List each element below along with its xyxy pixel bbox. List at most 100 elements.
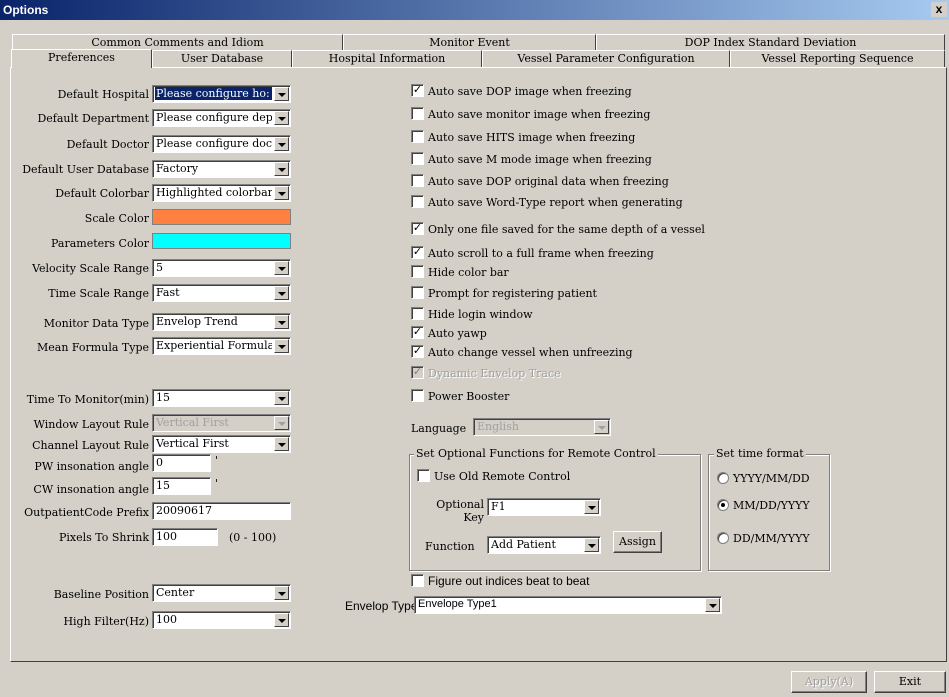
pw-angle-unit: ' — [215, 454, 219, 467]
default-department-label: Default Department — [37, 112, 149, 125]
mean-formula-type-value: Experiential Formula — [156, 339, 272, 352]
close-icon[interactable]: x — [931, 2, 947, 17]
tab-monitor-event[interactable]: Monitor Event — [343, 34, 596, 51]
chevron-down-icon[interactable] — [584, 538, 599, 552]
check-label: Power Booster — [428, 390, 510, 403]
default-department-value: Please configure dep — [156, 111, 272, 124]
chevron-down-icon[interactable] — [274, 261, 289, 275]
chevron-down-icon[interactable] — [274, 111, 289, 125]
check-label: Dynamic Envelop Trace — [428, 367, 561, 380]
time-to-monitor-select[interactable]: 15 — [152, 389, 291, 407]
chevron-down-icon[interactable] — [274, 137, 289, 151]
beat-to-beat-checkbox[interactable] — [411, 574, 424, 587]
function-label: Function — [425, 540, 475, 553]
default-colorbar-select[interactable]: Highlighted colorbar — [152, 184, 291, 202]
default-hospital-select[interactable]: Please configure ho: — [152, 85, 291, 103]
exit-button[interactable]: Exit — [874, 671, 946, 693]
checkbox[interactable] — [411, 174, 424, 187]
optional-key-value: F1 — [491, 500, 506, 513]
monitor-data-type-value: Envelop Trend — [156, 315, 238, 328]
parameters-color-swatch[interactable] — [152, 233, 291, 249]
assign-button[interactable]: Assign — [613, 531, 662, 553]
default-colorbar-value: Highlighted colorbar — [156, 186, 272, 199]
check-label: Auto save HITS image when freezing — [428, 131, 636, 144]
window-layout-rule-value: Vertical First — [156, 416, 229, 429]
checkbox[interactable]: ✓ — [411, 222, 424, 235]
check-label: Auto scroll to a full frame when freezin… — [428, 247, 654, 260]
default-department-select[interactable]: Please configure dep — [152, 109, 291, 127]
checkbox[interactable]: ✓ — [411, 84, 424, 97]
chevron-down-icon[interactable] — [274, 162, 289, 176]
channel-layout-rule-select[interactable]: Vertical First — [152, 435, 291, 453]
mean-formula-type-select[interactable]: Experiential Formula — [152, 337, 291, 355]
radio-mm-dd-yyyy[interactable] — [717, 499, 729, 511]
chevron-down-icon[interactable] — [274, 613, 289, 627]
monitor-data-type-select[interactable]: Envelop Trend — [152, 313, 291, 331]
cw-angle-input[interactable]: 15 — [152, 477, 211, 495]
outpatient-prefix-input[interactable]: 20090617 — [152, 502, 291, 520]
tab-user-database[interactable]: User Database — [152, 50, 292, 67]
velocity-scale-range-select[interactable]: 5 — [152, 259, 291, 277]
use-old-remote-label: Use Old Remote Control — [434, 470, 571, 483]
chevron-down-icon[interactable] — [274, 87, 289, 101]
tab-preferences[interactable]: Preferences — [11, 49, 152, 68]
checkbox[interactable] — [411, 389, 424, 402]
radio-dd-mm-yyyy[interactable] — [717, 532, 729, 544]
chevron-down-icon — [594, 420, 609, 434]
checkbox[interactable]: ✓ — [411, 345, 424, 358]
check-label: Auto save monitor image when freezing — [428, 108, 651, 121]
checkbox[interactable] — [411, 152, 424, 165]
chevron-down-icon[interactable] — [274, 339, 289, 353]
check-label: Auto save DOP original data when freezin… — [428, 175, 669, 188]
time-scale-range-select[interactable]: Fast — [152, 284, 291, 302]
monitor-data-type-label: Monitor Data Type — [43, 317, 149, 330]
optional-key-select[interactable]: F1 — [487, 498, 601, 516]
pw-angle-input[interactable]: 0 — [152, 454, 211, 472]
envelop-type-select[interactable]: Envelope Type1 — [414, 596, 722, 614]
tab-dop-index-std[interactable]: DOP Index Standard Deviation — [596, 34, 945, 51]
language-select: English — [473, 418, 611, 436]
checkbox[interactable]: ✓ — [411, 326, 424, 339]
tab-vessel-reporting-sequence[interactable]: Vessel Reporting Sequence — [730, 50, 945, 67]
chevron-down-icon[interactable] — [274, 586, 289, 600]
checkbox[interactable] — [411, 130, 424, 143]
radio-yyyy-mm-dd[interactable] — [717, 472, 729, 484]
chevron-down-icon[interactable] — [274, 186, 289, 200]
velocity-scale-range-label: Velocity Scale Range — [32, 262, 149, 275]
velocity-scale-range-value: 5 — [156, 261, 163, 274]
checkbox[interactable] — [411, 195, 424, 208]
function-select[interactable]: Add Patient — [487, 536, 601, 554]
chevron-down-icon[interactable] — [705, 598, 720, 612]
radio-label: YYYY/MM/DD — [733, 472, 810, 485]
window-layout-rule-label: Window Layout Rule — [33, 418, 149, 431]
default-doctor-select[interactable]: Please configure doc — [152, 135, 291, 153]
cw-angle-label: CW insonation angle — [33, 483, 149, 496]
default-user-database-value: Factory — [156, 162, 199, 175]
language-label: Language — [411, 422, 467, 435]
chevron-down-icon[interactable] — [274, 391, 289, 405]
checkbox[interactable] — [411, 107, 424, 120]
chevron-down-icon[interactable] — [584, 500, 599, 514]
check-label: Auto yawp — [428, 327, 487, 340]
tab-vessel-parameter-configuration[interactable]: Vessel Parameter Configuration — [482, 50, 730, 67]
checkbox[interactable] — [411, 307, 424, 320]
baseline-position-select[interactable]: Center — [152, 584, 291, 602]
scale-color-swatch[interactable] — [152, 209, 291, 225]
chevron-down-icon[interactable] — [274, 315, 289, 329]
default-user-database-label: Default User Database — [22, 163, 149, 176]
high-filter-select[interactable]: 100 — [152, 611, 291, 629]
use-old-remote-checkbox[interactable] — [417, 469, 430, 482]
chevron-down-icon[interactable] — [274, 437, 289, 451]
checkbox[interactable]: ✓ — [411, 246, 424, 259]
time-scale-range-label: Time Scale Range — [48, 287, 149, 300]
checkbox[interactable] — [411, 265, 424, 278]
chevron-down-icon[interactable] — [274, 286, 289, 300]
title-bar: Options x — [0, 0, 949, 20]
default-user-database-select[interactable]: Factory — [152, 160, 291, 178]
pw-angle-label: PW insonation angle — [34, 460, 149, 473]
high-filter-value: 100 — [156, 613, 177, 626]
pixels-to-shrink-input[interactable]: 100 — [152, 528, 218, 546]
baseline-position-value: Center — [156, 586, 195, 599]
tab-hospital-information[interactable]: Hospital Information — [292, 50, 482, 67]
checkbox[interactable] — [411, 286, 424, 299]
